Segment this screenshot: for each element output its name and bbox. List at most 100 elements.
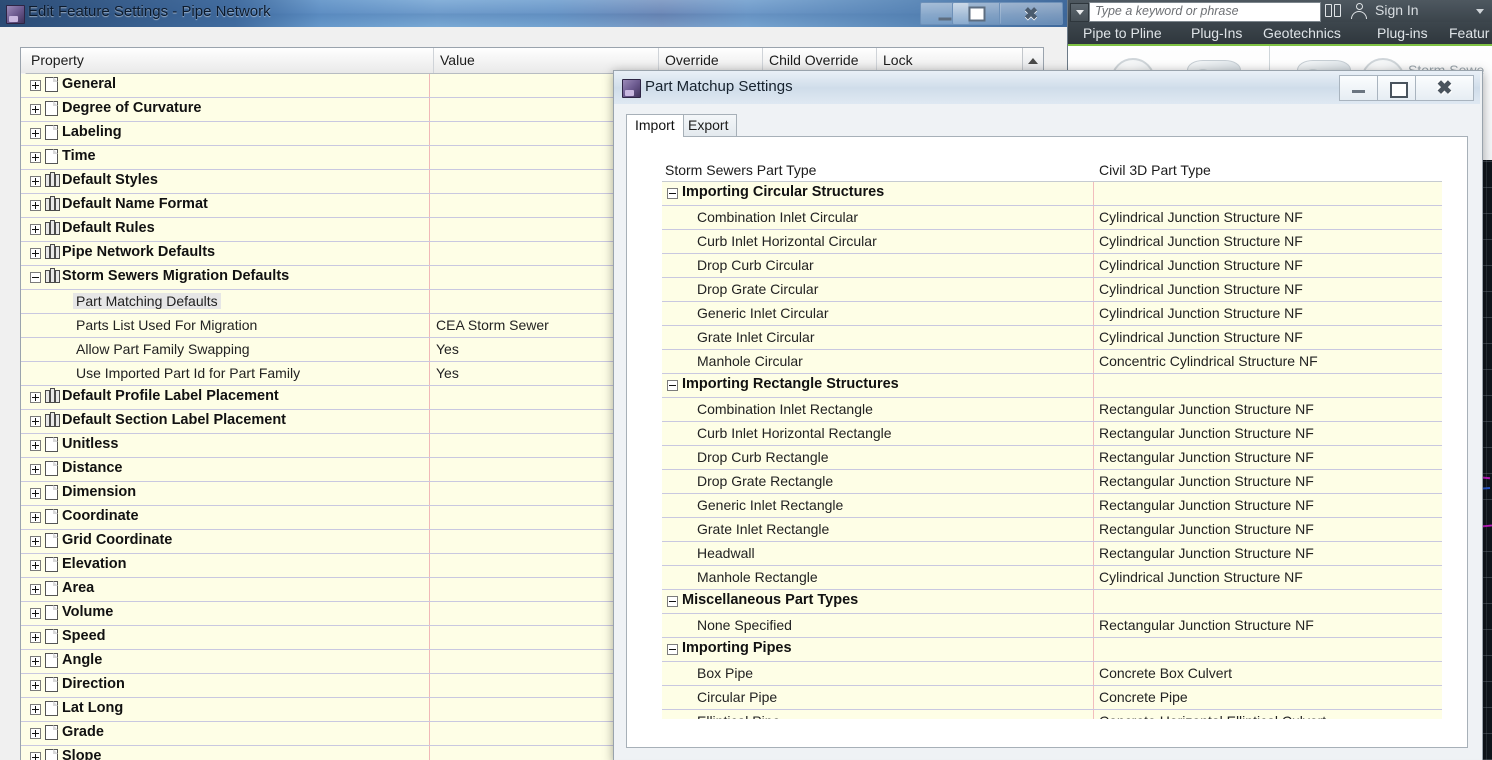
cell-civil3d-part-type[interactable]: Concrete Horizontal Elliptical Culvert [1094, 710, 1442, 719]
cell-civil3d-part-type[interactable]: Cylindrical Junction Structure NF [1094, 278, 1442, 301]
row-label[interactable]: Parts List Used For Migration [76, 317, 257, 333]
expand-icon[interactable] [30, 224, 41, 235]
expand-icon[interactable] [30, 752, 41, 760]
table-row[interactable]: Miscellaneous Part Types [662, 590, 1442, 614]
table-row[interactable]: Importing Circular Structures [662, 182, 1442, 206]
quick-access-dropdown-button[interactable] [1070, 3, 1089, 22]
expand-icon[interactable] [30, 488, 41, 499]
expand-icon[interactable] [30, 656, 41, 667]
row-label[interactable]: Combination Inlet Circular [697, 209, 858, 225]
row-label[interactable]: Drop Curb Rectangle [697, 449, 829, 465]
row-label[interactable]: Manhole Rectangle [697, 569, 818, 585]
table-row[interactable]: Importing Rectangle Structures [662, 374, 1442, 398]
efs-close-button[interactable]: ✖ [999, 2, 1063, 25]
cell-civil3d-part-type[interactable] [1094, 590, 1442, 613]
table-row[interactable]: Circular Pipe Concrete Pipe [662, 686, 1442, 710]
table-row[interactable]: Elliptical Pipe Concrete Horizontal Ellip… [662, 710, 1442, 719]
tab-import[interactable]: Import [626, 114, 684, 137]
table-row[interactable]: Manhole Rectangle Cylindrical Junction St… [662, 566, 1442, 590]
collapse-icon[interactable] [667, 644, 678, 655]
cell-civil3d-part-type[interactable]: Rectangular Junction Structure NF [1094, 614, 1442, 637]
expand-icon[interactable] [30, 584, 41, 595]
row-label[interactable]: Elliptical Pipe [697, 713, 780, 719]
table-row[interactable]: Manhole Circular Concentric Cylindrical S… [662, 350, 1442, 374]
expand-icon[interactable] [30, 728, 41, 739]
collapse-icon[interactable] [667, 188, 678, 199]
pms-minimize-button[interactable] [1339, 75, 1379, 101]
cell-civil3d-part-type[interactable]: Rectangular Junction Structure NF [1094, 446, 1442, 469]
cell-civil3d-part-type[interactable] [1094, 374, 1442, 397]
row-label[interactable]: Curb Inlet Horizontal Circular [697, 233, 877, 249]
cell-civil3d-part-type[interactable]: Cylindrical Junction Structure NF [1094, 302, 1442, 325]
expand-icon[interactable] [30, 392, 41, 403]
expand-icon[interactable] [30, 152, 41, 163]
cell-civil3d-part-type[interactable]: Concrete Box Culvert [1094, 662, 1442, 685]
table-row[interactable]: None Specified Rectangular Junction Struc… [662, 614, 1442, 638]
expand-icon[interactable] [30, 704, 41, 715]
row-label[interactable]: Drop Grate Circular [697, 281, 818, 297]
expand-icon[interactable] [30, 560, 41, 571]
efs-maximize-button[interactable] [952, 2, 1001, 25]
expand-icon[interactable] [30, 104, 41, 115]
row-label[interactable]: Generic Inlet Circular [697, 305, 829, 321]
cell-civil3d-part-type[interactable]: Concentric Cylindrical Structure NF [1094, 350, 1442, 373]
cell-civil3d-part-type[interactable]: Rectangular Junction Structure NF [1094, 518, 1442, 541]
cell-civil3d-part-type[interactable] [1094, 182, 1442, 205]
collapse-icon[interactable] [30, 272, 41, 283]
expand-icon[interactable] [30, 248, 41, 259]
person-icon[interactable] [1350, 2, 1368, 20]
row-label[interactable]: Grate Inlet Rectangle [697, 521, 829, 537]
cell-civil3d-part-type[interactable]: Cylindrical Junction Structure NF [1094, 566, 1442, 589]
table-row[interactable]: Box Pipe Concrete Box Culvert [662, 662, 1442, 686]
cell-civil3d-part-type[interactable]: Rectangular Junction Structure NF [1094, 470, 1442, 493]
cell-civil3d-part-type[interactable]: Cylindrical Junction Structure NF [1094, 230, 1442, 253]
row-label[interactable]: Circular Pipe [697, 689, 777, 705]
row-label[interactable]: None Specified [697, 617, 792, 633]
row-label[interactable]: Allow Part Family Swapping [76, 341, 250, 357]
ribbon-tab-plug-ins-2[interactable]: Plug-ins [1377, 23, 1428, 43]
collapse-icon[interactable] [667, 380, 678, 391]
table-row[interactable]: Drop Curb Circular Cylindrical Junction S… [662, 254, 1442, 278]
cell-civil3d-part-type[interactable]: Cylindrical Junction Structure NF [1094, 254, 1442, 277]
cell-civil3d-part-type[interactable]: Concrete Pipe [1094, 686, 1442, 709]
table-row[interactable]: Importing Pipes [662, 638, 1442, 662]
table-row[interactable]: Curb Inlet Horizontal Circular Cylindrica… [662, 230, 1442, 254]
table-row[interactable]: Generic Inlet Circular Cylindrical Juncti… [662, 302, 1442, 326]
expand-icon[interactable] [30, 512, 41, 523]
table-row[interactable]: Drop Grate Circular Cylindrical Junction … [662, 278, 1442, 302]
edit-feature-settings-titlebar[interactable]: Edit Feature Settings - Pipe Network ✖ [0, 0, 1067, 27]
column-header-storm-sewers-part-type[interactable]: Storm Sewers Part Type [665, 159, 816, 181]
cell-civil3d-part-type[interactable]: Rectangular Junction Structure NF [1094, 422, 1442, 445]
table-row[interactable]: Combination Inlet Rectangle Rectangular J… [662, 398, 1442, 422]
expand-icon[interactable] [30, 80, 41, 91]
pms-close-button[interactable]: ✖ [1415, 75, 1474, 101]
expand-icon[interactable] [30, 536, 41, 547]
search-input[interactable]: Type a keyword or phrase [1089, 2, 1321, 22]
row-label[interactable]: Headwall [697, 545, 755, 561]
tab-export[interactable]: Export [679, 114, 738, 137]
collapse-icon[interactable] [667, 596, 678, 607]
expand-icon[interactable] [30, 464, 41, 475]
cell-civil3d-part-type[interactable]: Rectangular Junction Structure NF [1094, 542, 1442, 565]
cell-civil3d-part-type[interactable] [1094, 638, 1442, 661]
expand-icon[interactable] [30, 176, 41, 187]
users-icon[interactable] [1325, 4, 1342, 18]
sign-in-chevron-down-icon[interactable] [1476, 9, 1484, 14]
table-row[interactable]: Combination Inlet Circular Cylindrical Ju… [662, 206, 1442, 230]
expand-icon[interactable] [30, 200, 41, 211]
table-row[interactable]: Drop Curb Rectangle Rectangular Junction … [662, 446, 1442, 470]
ribbon-tab-features[interactable]: Featur [1449, 23, 1489, 43]
row-label[interactable]: Combination Inlet Rectangle [697, 401, 873, 417]
row-label[interactable]: Use Imported Part Id for Part Family [76, 365, 300, 381]
column-header-property[interactable]: Property [25, 48, 434, 73]
ribbon-tab-plug-ins-1[interactable]: Plug-Ins [1191, 23, 1242, 43]
table-row[interactable]: Curb Inlet Horizontal Rectangle Rectangul… [662, 422, 1442, 446]
row-label[interactable]: Box Pipe [697, 665, 753, 681]
row-label[interactable]: Drop Curb Circular [697, 257, 814, 273]
expand-icon[interactable] [30, 416, 41, 427]
cell-civil3d-part-type[interactable]: Cylindrical Junction Structure NF [1094, 326, 1442, 349]
row-label[interactable]: Drop Grate Rectangle [697, 473, 833, 489]
row-label[interactable]: Curb Inlet Horizontal Rectangle [697, 425, 892, 441]
table-row[interactable]: Grate Inlet Circular Cylindrical Junction… [662, 326, 1442, 350]
cell-civil3d-part-type[interactable]: Rectangular Junction Structure NF [1094, 398, 1442, 421]
